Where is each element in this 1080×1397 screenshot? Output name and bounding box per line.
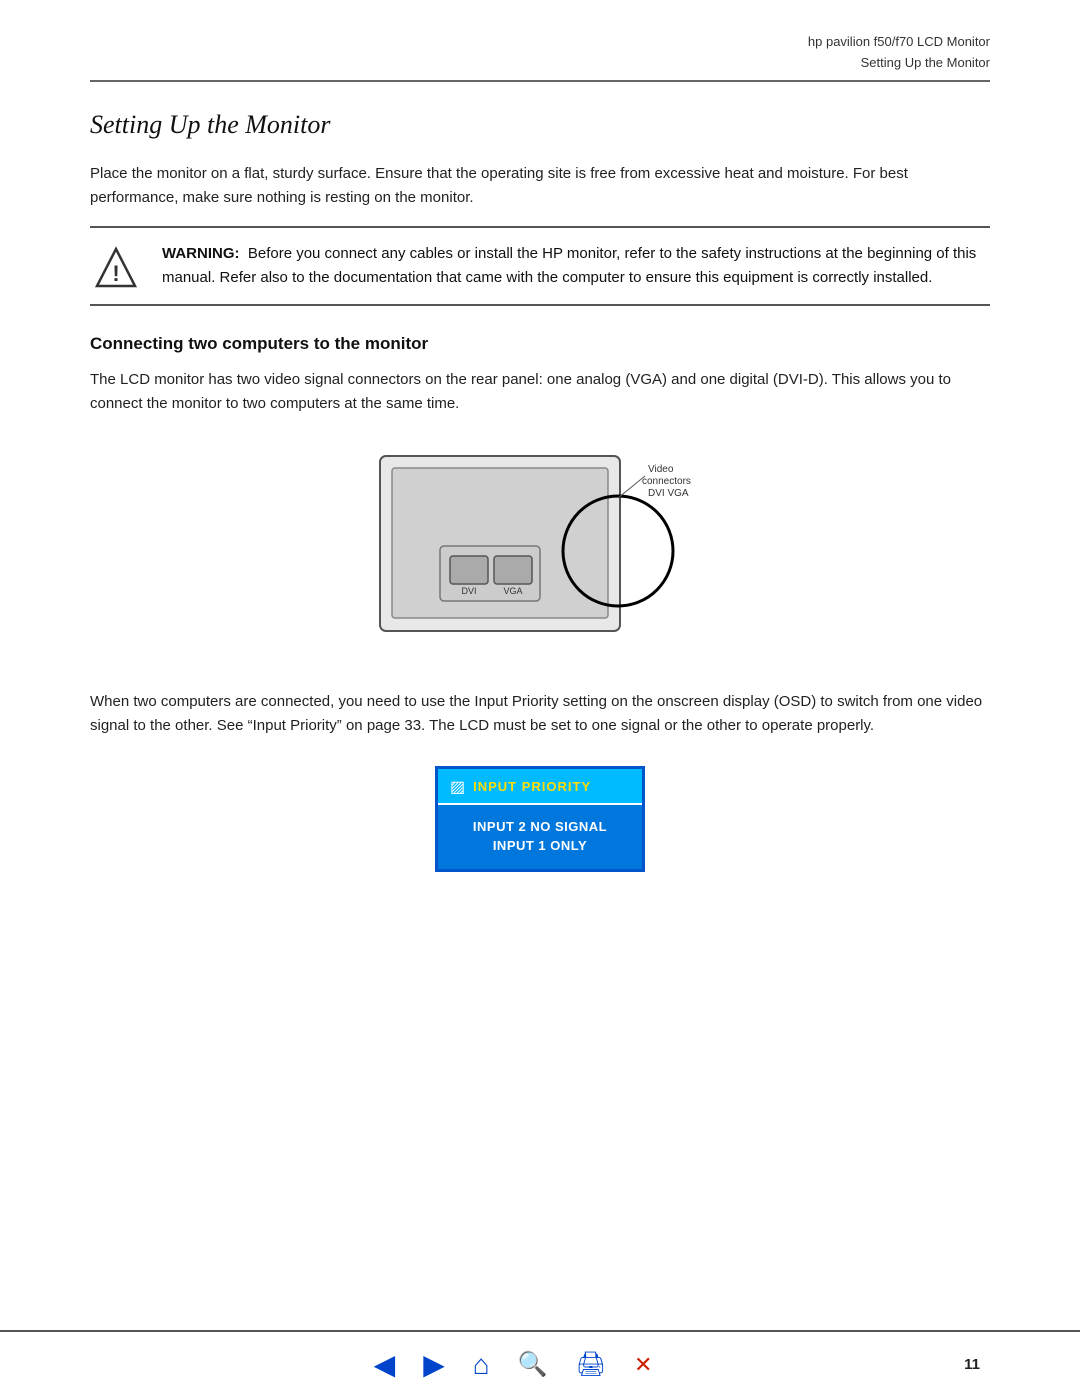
osd-line1: INPUT 2 NO SIGNAL [450, 819, 630, 834]
page-number: 11 [964, 1356, 990, 1373]
header-chapter: Setting Up the Monitor [808, 53, 990, 74]
warning-label: WARNING: [162, 245, 240, 262]
warning-icon: ! [94, 246, 138, 290]
osd-title: INPUT PRIORITY [473, 779, 591, 794]
header-right: hp pavilion f50/f70 LCD Monitor Setting … [808, 32, 990, 74]
nav-forward-button[interactable]: ▶ [423, 1348, 445, 1381]
svg-text:DVI: DVI [461, 586, 476, 596]
subsection-heading: Connecting two computers to the monitor [90, 334, 990, 354]
nav-close-button[interactable]: ✕ [634, 1352, 652, 1378]
monitor-diagram-area: DVI VGA Video connectors DVI VGA [90, 436, 990, 666]
warning-icon-container: ! [90, 242, 142, 290]
svg-text:VGA: VGA [503, 586, 522, 596]
monitor-diagram-svg: DVI VGA Video connectors DVI VGA [370, 436, 710, 666]
nav-search-button[interactable]: 🔍 [518, 1350, 548, 1379]
header-product: hp pavilion f50/f70 LCD Monitor [808, 32, 990, 53]
main-content: Setting Up the Monitor Place the monitor… [0, 82, 1080, 1330]
osd-title-bar: ▨ INPUT PRIORITY [438, 769, 642, 805]
svg-text:connectors: connectors [642, 476, 691, 487]
header-area: hp pavilion f50/f70 LCD Monitor Setting … [0, 0, 1080, 74]
warning-body: Before you connect any cables or install… [162, 245, 976, 286]
footer-icons-group: ◀ ▶ ⌂ 🔍 🖨 ✕ [90, 1348, 936, 1381]
osd-container: ▨ INPUT PRIORITY INPUT 2 NO SIGNAL INPUT… [90, 766, 990, 872]
section-title: Setting Up the Monitor [90, 110, 990, 140]
svg-text:DVI VGA: DVI VGA [648, 488, 689, 499]
footer-nav: ◀ ▶ ⌂ 🔍 🖨 ✕ 11 [0, 1330, 1080, 1397]
subsection-text2: When two computers are connected, you ne… [90, 690, 990, 738]
osd-icon: ▨ [450, 777, 465, 797]
osd-line2: INPUT 1 ONLY [450, 838, 630, 853]
warning-text: WARNING: Before you connect any cables o… [162, 242, 990, 290]
svg-text:!: ! [112, 261, 119, 286]
osd-box: ▨ INPUT PRIORITY INPUT 2 NO SIGNAL INPUT… [435, 766, 645, 872]
intro-text: Place the monitor on a flat, sturdy surf… [90, 162, 990, 210]
svg-text:Video: Video [648, 464, 674, 475]
warning-box: ! WARNING: Before you connect any cables… [90, 226, 990, 306]
nav-home-button[interactable]: ⌂ [473, 1349, 490, 1381]
nav-print-button[interactable]: 🖨 [576, 1350, 606, 1379]
nav-back-button[interactable]: ◀ [374, 1348, 396, 1381]
page-container: hp pavilion f50/f70 LCD Monitor Setting … [0, 0, 1080, 1397]
subsection-text1: The LCD monitor has two video signal con… [90, 368, 990, 416]
osd-body: INPUT 2 NO SIGNAL INPUT 1 ONLY [438, 805, 642, 869]
